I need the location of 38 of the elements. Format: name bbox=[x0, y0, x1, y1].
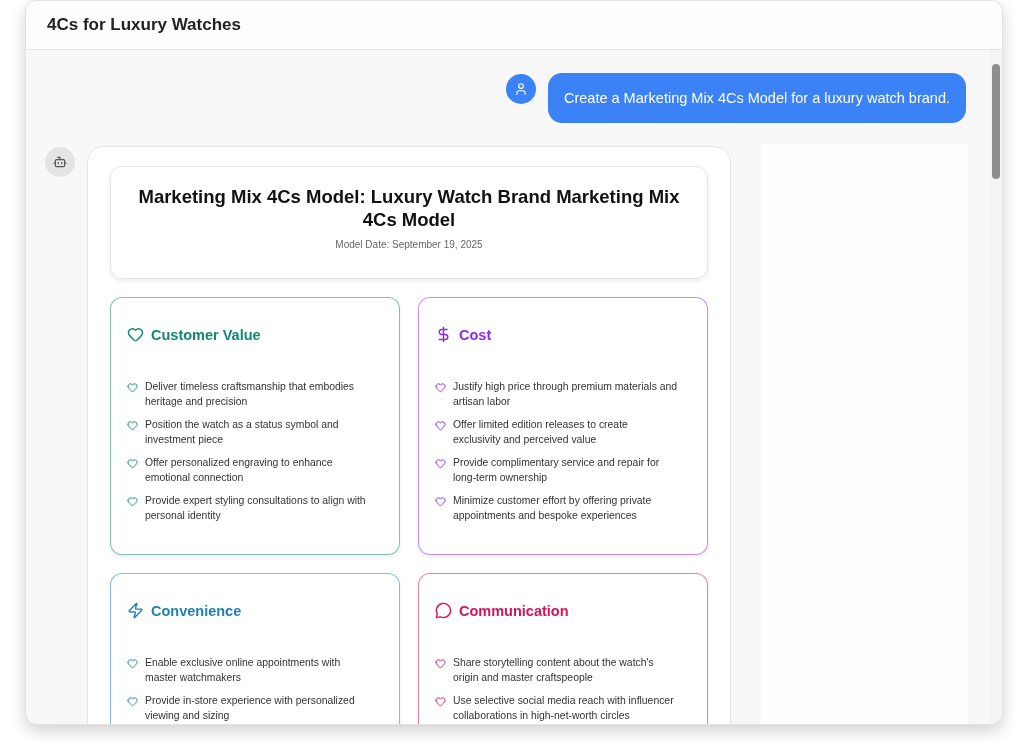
list-item-text: Justify high price through premium materials and artisan labor bbox=[453, 380, 678, 409]
list-item-text: Position the watch as a status symbol and investment piece bbox=[145, 418, 340, 447]
heart-icon bbox=[127, 382, 138, 393]
list-item-text: Use selective social media reach with influencer collaborations in high-net-worth circles bbox=[453, 694, 675, 723]
user-avatar bbox=[505, 74, 536, 104]
model-date: Model Date: September 19, 2025 bbox=[335, 239, 483, 250]
heart-icon bbox=[127, 326, 144, 343]
heart-icon bbox=[435, 658, 446, 669]
category-title: Communication bbox=[459, 602, 569, 619]
list-item-text: Provide in-store experience with personalized viewing and sizing bbox=[145, 694, 356, 723]
list-item-text: Minimize customer effort by offering private appointments and bespoke experiences bbox=[453, 494, 653, 523]
heart-icon bbox=[435, 420, 446, 431]
heart-icon bbox=[435, 382, 446, 393]
speech-bubble-icon bbox=[435, 602, 452, 619]
bot-avatar bbox=[45, 147, 75, 177]
report-title: Marketing Mix 4Cs Model: Luxury Watch Brand Marketing Mix 4Cs Model bbox=[137, 185, 681, 231]
heart-icon bbox=[127, 458, 138, 469]
category-title: Convenience bbox=[151, 602, 242, 619]
heart-icon bbox=[435, 696, 446, 707]
list-item-text: Provide complimentary service and repair for long-term ownership bbox=[453, 456, 661, 485]
window-title: 4Cs for Luxury Watches bbox=[47, 15, 241, 35]
scrollbar-thumb[interactable] bbox=[992, 64, 1000, 179]
lightning-icon bbox=[127, 602, 144, 619]
list-item-text: Share storytelling content about the watch's origin and master craftspeople bbox=[453, 656, 655, 685]
list-item-text: Provide expert styling consultations to align with personal identity bbox=[145, 494, 367, 523]
user-message: Create a Marketing Mix 4Cs Model for a luxury watch brand. bbox=[547, 73, 966, 123]
heart-icon bbox=[435, 496, 446, 507]
heart-icon bbox=[127, 420, 138, 431]
list-item-text: Deliver timeless craftsmanship that embodies heritage and precision bbox=[145, 380, 356, 409]
list-item-text: Enable exclusive online appointments with master watchmakers bbox=[145, 656, 342, 685]
category-title: Cost bbox=[459, 326, 492, 343]
heart-icon bbox=[127, 658, 138, 669]
heart-icon bbox=[127, 496, 138, 507]
category-title: Customer Value bbox=[151, 326, 261, 343]
list-item-text: Offer limited edition releases to create exclusivity and perceived value bbox=[453, 418, 629, 447]
heart-icon bbox=[127, 696, 138, 707]
heart-icon bbox=[435, 458, 446, 469]
list-item-text: Offer personalized engraving to enhance emotional connection bbox=[145, 456, 334, 485]
